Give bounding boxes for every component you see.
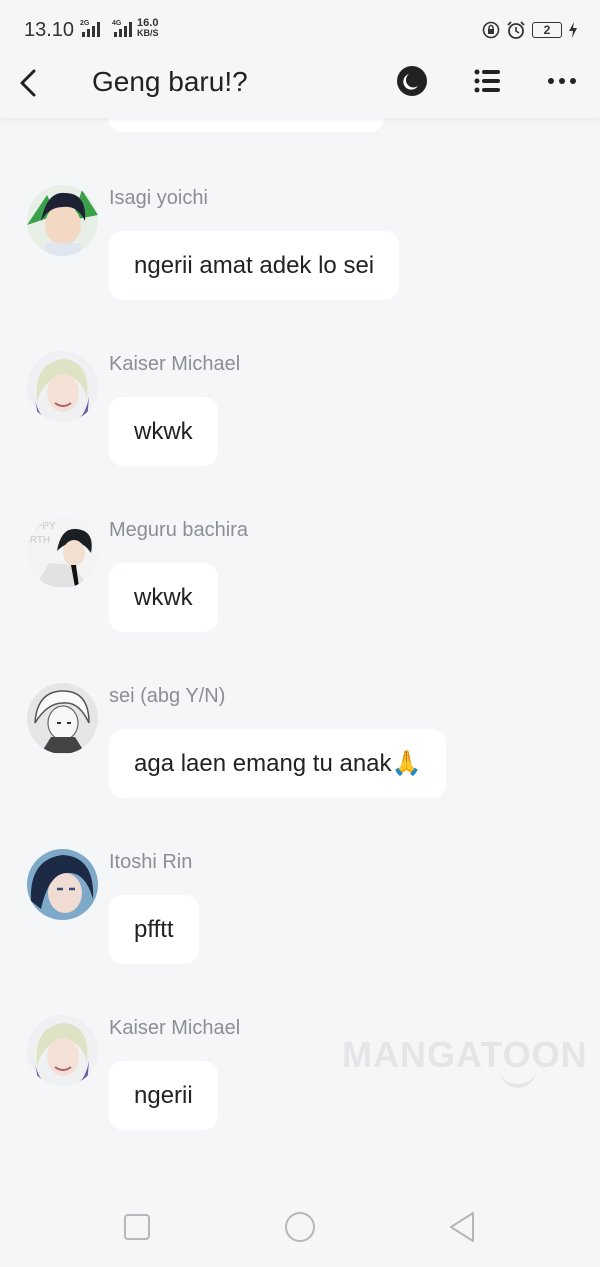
more-options-icon[interactable] xyxy=(545,64,579,98)
avatar[interactable]: APPY IRTH xyxy=(27,517,98,588)
avatar[interactable] xyxy=(27,1015,98,1086)
avatar[interactable] xyxy=(27,185,98,256)
sender-name: Kaiser Michael xyxy=(109,1017,241,1039)
svg-text:APPY: APPY xyxy=(29,521,56,532)
system-nav-bar xyxy=(0,1187,600,1267)
message-bubble[interactable]: wkwk xyxy=(109,563,218,632)
chat-header: Geng baru!? xyxy=(0,56,600,118)
status-time: 13.10 xyxy=(24,19,75,41)
network-speed: 16.0 KB/S xyxy=(137,17,159,39)
signal-4g-icon: 4G xyxy=(112,20,132,37)
status-bar: 13.10 2G 4G 16.0 KB/S 2 xyxy=(0,0,600,56)
sender-name: Kaiser Michael xyxy=(109,353,241,375)
battery-icon: 2 xyxy=(532,22,562,38)
sender-name: Isagi yoichi xyxy=(109,187,208,209)
sender-name: sei (abg Y/N) xyxy=(109,685,226,707)
sender-name: Itoshi Rin xyxy=(109,851,193,873)
svg-text:2G: 2G xyxy=(80,20,90,27)
chat-title: Geng baru!? xyxy=(92,66,248,97)
avatar[interactable] xyxy=(27,849,98,920)
signal-2g-icon: 2G xyxy=(80,20,100,37)
sender-name: Meguru bachira xyxy=(109,519,248,541)
svg-text:IRTH: IRTH xyxy=(27,535,50,546)
alarm-icon xyxy=(507,21,525,39)
night-mode-icon[interactable] xyxy=(395,64,429,98)
avatar[interactable] xyxy=(27,351,98,422)
watermark: MANGATOON xyxy=(342,1034,588,1075)
message-bubble[interactable]: wkwk xyxy=(109,397,218,466)
home-icon[interactable] xyxy=(280,1207,320,1247)
message-bubble[interactable]: ngerii xyxy=(109,1061,218,1130)
charging-bolt-icon xyxy=(569,22,577,38)
back-icon[interactable] xyxy=(443,1207,483,1247)
status-icons: 2 xyxy=(482,20,578,40)
rotation-lock-icon xyxy=(482,21,500,39)
message-bubble[interactable]: aga laen emang tu anak🙏 xyxy=(109,729,447,798)
recent-apps-icon[interactable] xyxy=(117,1207,157,1247)
menu-list-icon[interactable] xyxy=(470,64,504,98)
back-arrow-icon[interactable] xyxy=(16,68,42,98)
message-bubble[interactable]: ngerii amat adek lo sei xyxy=(109,231,400,300)
avatar[interactable] xyxy=(27,683,98,754)
watermark-smile-icon xyxy=(500,1070,536,1088)
message-bubble[interactable]: pfftt xyxy=(109,895,199,964)
svg-text:4G: 4G xyxy=(112,20,122,27)
